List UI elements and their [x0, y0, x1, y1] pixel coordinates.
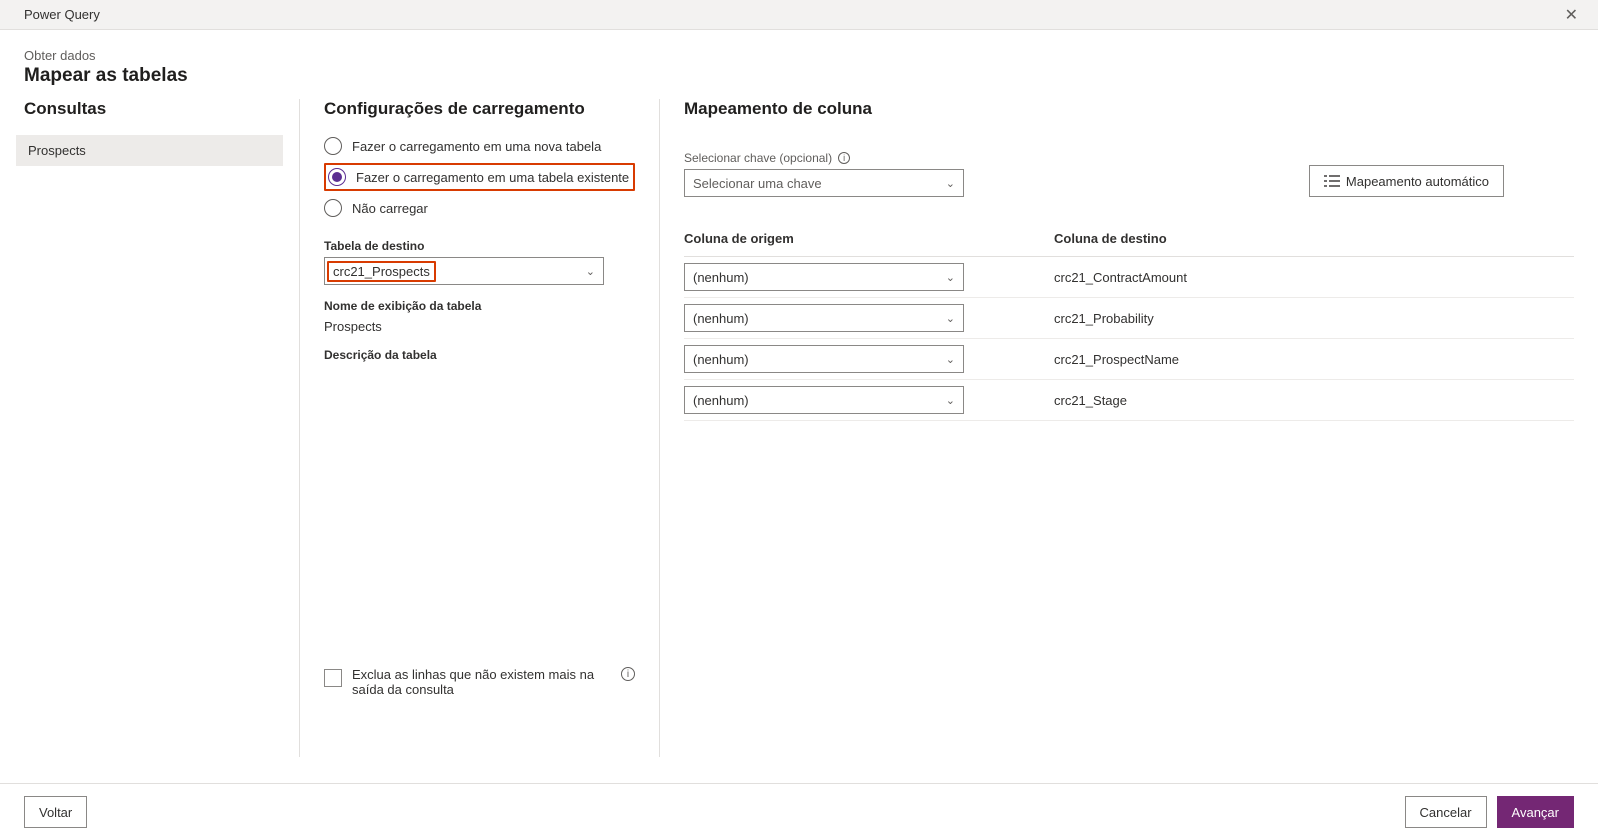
select-key-label: Selecionar chave (opcional): [684, 151, 832, 165]
source-column-select[interactable]: (nenhum) ⌄: [684, 345, 964, 373]
page-title: Mapear as tabelas: [24, 65, 1574, 87]
chevron-down-icon: ⌄: [946, 394, 955, 407]
next-label: Avançar: [1512, 805, 1559, 820]
source-column-value: (nenhum): [693, 311, 749, 326]
chevron-down-icon: ⌄: [946, 177, 955, 190]
info-icon[interactable]: i: [838, 152, 850, 164]
radio-label: Fazer o carregamento em uma tabela exist…: [356, 170, 629, 185]
radio-icon: [324, 137, 342, 155]
column-header-source: Coluna de origem: [684, 231, 1054, 246]
description-label: Descrição da tabela: [324, 348, 635, 362]
source-column-select[interactable]: (nenhum) ⌄: [684, 304, 964, 332]
source-column-select[interactable]: (nenhum) ⌄: [684, 263, 964, 291]
chevron-down-icon: ⌄: [946, 353, 955, 366]
dest-column-value: crc21_Stage: [1054, 393, 1574, 408]
back-label: Voltar: [39, 805, 72, 820]
exclude-rows-label: Exclua as linhas que não existem mais na…: [352, 667, 605, 697]
exclude-rows-checkbox[interactable]: [324, 669, 342, 687]
breadcrumb: Obter dados: [24, 48, 1574, 63]
mapping-row: (nenhum) ⌄ crc21_ProspectName: [684, 339, 1574, 380]
cancel-label: Cancelar: [1420, 805, 1472, 820]
auto-mapping-button[interactable]: Mapeamento automático: [1309, 165, 1504, 197]
display-name-value: Prospects: [324, 319, 635, 334]
column-header-dest: Coluna de destino: [1054, 231, 1574, 246]
source-column-value: (nenhum): [693, 352, 749, 367]
highlight-existing-table-radio: Fazer o carregamento em uma tabela exist…: [324, 163, 635, 191]
dest-table-label: Tabela de destino: [324, 239, 635, 253]
cancel-button[interactable]: Cancelar: [1405, 796, 1487, 828]
radio-no-load[interactable]: Não carregar: [324, 197, 635, 219]
source-column-value: (nenhum): [693, 270, 749, 285]
select-key-placeholder: Selecionar uma chave: [693, 176, 822, 191]
back-button[interactable]: Voltar: [24, 796, 87, 828]
dest-table-select[interactable]: crc21_Prospects ⌄: [324, 257, 604, 285]
select-key-dropdown[interactable]: Selecionar uma chave ⌄: [684, 169, 964, 197]
column-mapping-heading: Mapeamento de coluna: [684, 99, 1574, 119]
display-name-label: Nome de exibição da tabela: [324, 299, 635, 313]
dest-column-value: crc21_Probability: [1054, 311, 1574, 326]
queries-heading: Consultas: [24, 99, 275, 119]
radio-existing-table[interactable]: Fazer o carregamento em uma tabela exist…: [328, 166, 629, 188]
radio-icon: [324, 199, 342, 217]
mapping-row: (nenhum) ⌄ crc21_ContractAmount: [684, 257, 1574, 298]
window-title: Power Query: [24, 7, 100, 22]
window-titlebar: Power Query ✕: [0, 0, 1598, 30]
list-icon: [1324, 174, 1340, 188]
close-icon[interactable]: ✕: [1557, 1, 1586, 29]
source-column-select[interactable]: (nenhum) ⌄: [684, 386, 964, 414]
mapping-row: (nenhum) ⌄ crc21_Stage: [684, 380, 1574, 421]
dest-column-value: crc21_ProspectName: [1054, 352, 1574, 367]
radio-icon: [328, 168, 346, 186]
auto-mapping-label: Mapeamento automático: [1346, 174, 1489, 189]
radio-label: Não carregar: [352, 201, 428, 216]
dest-table-value: crc21_Prospects: [333, 264, 430, 279]
dest-column-value: crc21_ContractAmount: [1054, 270, 1574, 285]
load-settings-heading: Configurações de carregamento: [324, 99, 635, 119]
chevron-down-icon: ⌄: [946, 271, 955, 284]
radio-label: Fazer o carregamento em uma nova tabela: [352, 139, 601, 154]
source-column-value: (nenhum): [693, 393, 749, 408]
query-item-prospects[interactable]: Prospects: [16, 135, 283, 166]
chevron-down-icon: ⌄: [946, 312, 955, 325]
chevron-down-icon: ⌄: [586, 265, 595, 278]
radio-new-table[interactable]: Fazer o carregamento em uma nova tabela: [324, 135, 635, 157]
next-button[interactable]: Avançar: [1497, 796, 1574, 828]
mapping-row: (nenhum) ⌄ crc21_Probability: [684, 298, 1574, 339]
info-icon[interactable]: i: [621, 667, 635, 681]
